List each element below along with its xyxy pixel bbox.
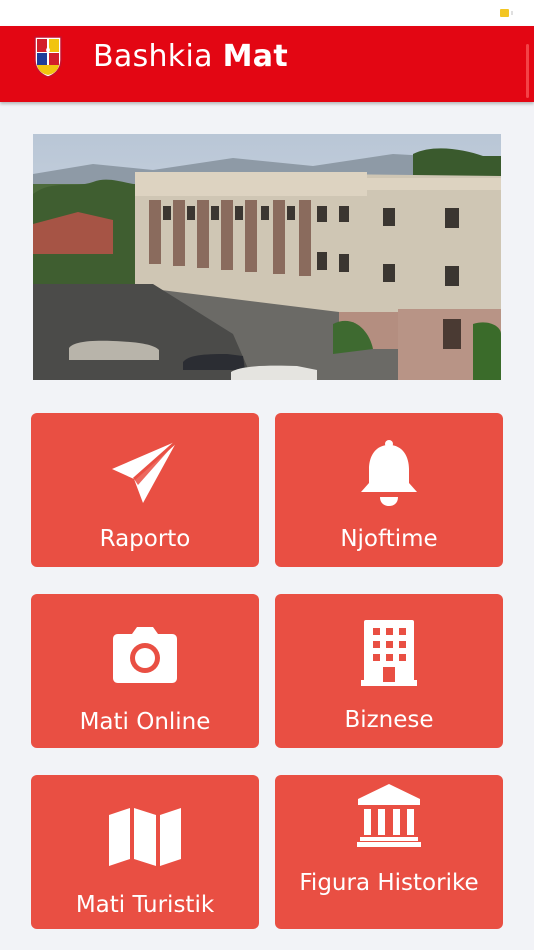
app-title: Bashkia Mat	[93, 39, 288, 74]
building-icon	[361, 620, 417, 686]
mati-turistik-label: Mati Turistik	[75, 892, 215, 918]
museum-icon	[357, 784, 421, 847]
njoftime-label: Njoftime	[340, 526, 438, 552]
figura-historike-button[interactable]: Figura Historike	[275, 775, 503, 929]
bell-icon	[361, 440, 417, 506]
raporto-button[interactable]: Raporto	[31, 413, 259, 567]
status-bar	[0, 0, 534, 26]
biznese-button[interactable]: Biznese	[275, 594, 503, 748]
mati-turistik-button[interactable]: Mati Turistik	[31, 775, 259, 929]
map-icon	[109, 808, 181, 866]
app-header: Bashkia Mat	[0, 26, 534, 102]
biznese-label: Biznese	[344, 707, 434, 733]
njoftime-button[interactable]: Njoftime	[275, 413, 503, 567]
figura-historike-label: Figura Historike	[299, 870, 479, 896]
hero-building-image	[33, 134, 501, 380]
battery-icon	[500, 9, 514, 17]
mati-online-label: Mati Online	[79, 709, 211, 735]
raporto-label: Raporto	[99, 526, 191, 552]
paper-plane-icon	[112, 439, 178, 503]
scroll-indicator	[526, 44, 529, 98]
camera-icon	[113, 627, 177, 683]
municipality-crest-icon	[34, 36, 62, 78]
mati-online-button[interactable]: Mati Online	[31, 594, 259, 748]
